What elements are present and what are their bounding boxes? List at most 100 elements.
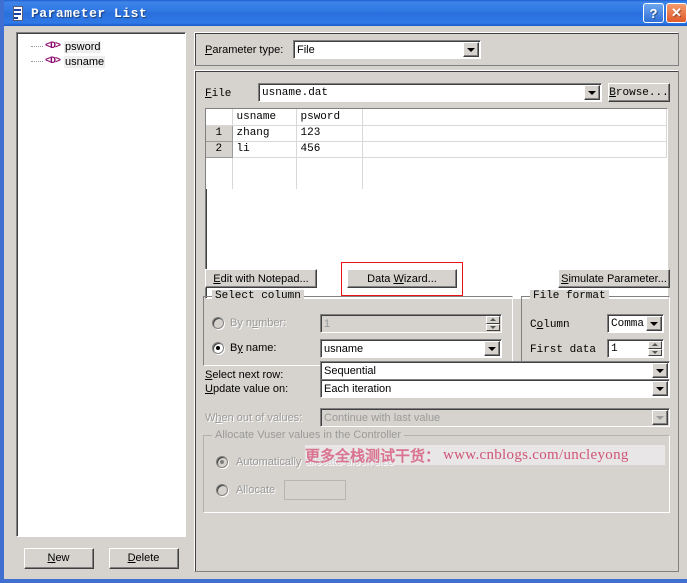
help-button[interactable]: ? xyxy=(643,3,664,23)
out-of-values-accel: h xyxy=(215,412,222,424)
table-row-empty xyxy=(206,173,667,189)
dialog-body: <D> psword <D> usname New Delete Paramet… xyxy=(8,26,687,579)
row-number[interactable]: 1 xyxy=(206,125,233,142)
close-button[interactable]: ✕ xyxy=(666,3,687,23)
simulate-parameter-button[interactable]: Simulate Parameter... xyxy=(558,269,670,288)
tree-connector-icon xyxy=(31,61,43,62)
data-wizard-accel: W xyxy=(393,272,404,285)
delete-button-label: elete xyxy=(135,552,160,564)
chevron-down-icon[interactable] xyxy=(646,316,662,331)
delete-button-accel: D xyxy=(127,552,136,564)
tree-item-label: usname xyxy=(64,55,106,68)
edit-notepad-label: dit with Notepad... xyxy=(220,272,309,285)
new-button-accel: N xyxy=(47,552,56,564)
parameter-type-combo[interactable]: File xyxy=(293,40,481,59)
cell-psword[interactable]: 123 xyxy=(296,125,363,142)
cell-extra[interactable] xyxy=(362,141,667,158)
by-name-radio-row[interactable]: By name: xyxy=(212,342,276,354)
column-format-value: Comma xyxy=(611,317,645,330)
by-number-radio[interactable] xyxy=(212,317,224,329)
manual-allocate-input[interactable] xyxy=(284,480,346,500)
tree-item-psword[interactable]: <D> psword xyxy=(17,39,185,54)
cell-usname[interactable]: li xyxy=(232,141,297,158)
spinner-icon[interactable] xyxy=(648,341,662,356)
cell-psword[interactable]: 456 xyxy=(296,141,363,158)
column-format-combo[interactable]: Comma xyxy=(607,314,664,333)
browse-button[interactable]: Browse... xyxy=(608,83,670,102)
out-of-values-combo[interactable]: Continue with last value xyxy=(320,408,670,427)
manual-allocate-radio-row[interactable]: Allocate xyxy=(216,484,275,496)
out-of-values-value: Continue with last value xyxy=(324,411,441,424)
first-data-value: 1 xyxy=(611,342,618,355)
auto-allocate-radio[interactable] xyxy=(216,456,228,468)
chevron-down-icon[interactable] xyxy=(652,410,668,425)
column-header-usname[interactable]: usname xyxy=(232,109,297,126)
edit-notepad-accel: E xyxy=(213,272,221,285)
table-row[interactable]: 1 zhang 123 xyxy=(206,125,667,142)
file-value: usname.dat xyxy=(262,86,329,99)
first-data-spinner[interactable]: 1 xyxy=(607,339,664,358)
allocate-vuser-group: Allocate Vuser values in the Controller … xyxy=(203,429,670,513)
allocate-group-title: Allocate Vuser values in the Controller xyxy=(212,429,405,441)
out-of-values-label: When out of values: xyxy=(205,412,303,424)
column-header-empty[interactable] xyxy=(362,109,667,126)
chevron-down-icon[interactable] xyxy=(463,42,479,57)
select-column-group: Select column By number: 1 By name: usna… xyxy=(203,290,513,366)
file-label-accel: F xyxy=(205,88,212,100)
manual-allocate-radio[interactable] xyxy=(216,484,228,496)
file-format-title: File format xyxy=(530,290,609,302)
parameter-icon: <D> xyxy=(45,41,61,52)
data-wizard-label: Data xyxy=(367,272,394,285)
title-bar: Parameter List ? ✕ xyxy=(4,0,687,26)
select-next-row-value: Sequential xyxy=(324,364,376,377)
update-value-value: Each iteration xyxy=(324,382,392,395)
table-row-empty xyxy=(206,157,667,173)
file-combo[interactable]: usname.dat xyxy=(258,83,602,102)
update-value-accel: U xyxy=(205,383,213,395)
cell-extra[interactable] xyxy=(362,125,667,142)
parameter-icon: <D> xyxy=(45,56,61,67)
edit-with-notepad-button[interactable]: Edit with Notepad... xyxy=(205,269,317,288)
cell-usname[interactable]: zhang xyxy=(232,125,297,142)
chevron-down-icon[interactable] xyxy=(584,85,600,100)
parameter-type-panel: Parameter type: File xyxy=(194,32,679,66)
simulate-label: imulate Parameter... xyxy=(568,272,667,285)
by-name-radio[interactable] xyxy=(212,342,224,354)
file-parameter-panel: File usname.dat Browse... Add Column... … xyxy=(194,70,679,572)
by-name-combo[interactable]: usname xyxy=(320,339,502,358)
spinner-icon[interactable] xyxy=(486,316,500,331)
manual-allocate-label: Allocate xyxy=(236,484,276,496)
parameter-type-label: Parameter type: xyxy=(205,44,284,56)
table-row[interactable]: 2 li 456 xyxy=(206,141,667,158)
chevron-down-icon[interactable] xyxy=(484,341,500,356)
tree-item-label: psword xyxy=(64,40,102,53)
browse-button-label: rowse... xyxy=(615,86,669,99)
select-next-row-combo[interactable]: Sequential xyxy=(320,361,670,380)
by-name-label: By name: xyxy=(230,342,277,354)
row-number[interactable]: 2 xyxy=(206,141,233,158)
parameter-tree[interactable]: <D> psword <D> usname xyxy=(16,32,186,537)
parameter-type-accel: P xyxy=(205,44,213,56)
column-format-label: Column xyxy=(530,319,570,331)
chevron-down-icon[interactable] xyxy=(652,381,668,396)
tree-item-usname[interactable]: <D> usname xyxy=(17,54,185,69)
grid-corner-cell xyxy=(206,109,233,126)
title-bar-buttons: ? ✕ xyxy=(643,3,687,23)
auto-allocate-radio-row[interactable]: Automatically allocate block size xyxy=(216,456,394,468)
tree-action-buttons: New Delete xyxy=(16,544,186,572)
update-value-combo[interactable]: Each iteration xyxy=(320,379,670,398)
first-data-label: First data xyxy=(530,344,597,356)
by-number-radio-row[interactable]: By number: xyxy=(212,317,286,329)
by-number-spinner[interactable]: 1 xyxy=(320,314,502,333)
data-table: usname psword 1 zhang 123 2 li 456 xyxy=(206,109,667,189)
column-header-psword[interactable]: psword xyxy=(296,109,363,126)
update-value-label: Update value on: xyxy=(205,383,289,395)
by-name-value: usname xyxy=(324,342,364,355)
data-wizard-button[interactable]: Data Wizard... xyxy=(347,269,457,288)
new-button[interactable]: New xyxy=(23,547,94,569)
document-icon xyxy=(11,5,25,21)
delete-button[interactable]: Delete xyxy=(108,547,179,569)
auto-allocate-label: Automatically allocate block size xyxy=(236,456,394,468)
new-button-label: ew xyxy=(55,552,70,564)
chevron-down-icon[interactable] xyxy=(652,363,668,378)
